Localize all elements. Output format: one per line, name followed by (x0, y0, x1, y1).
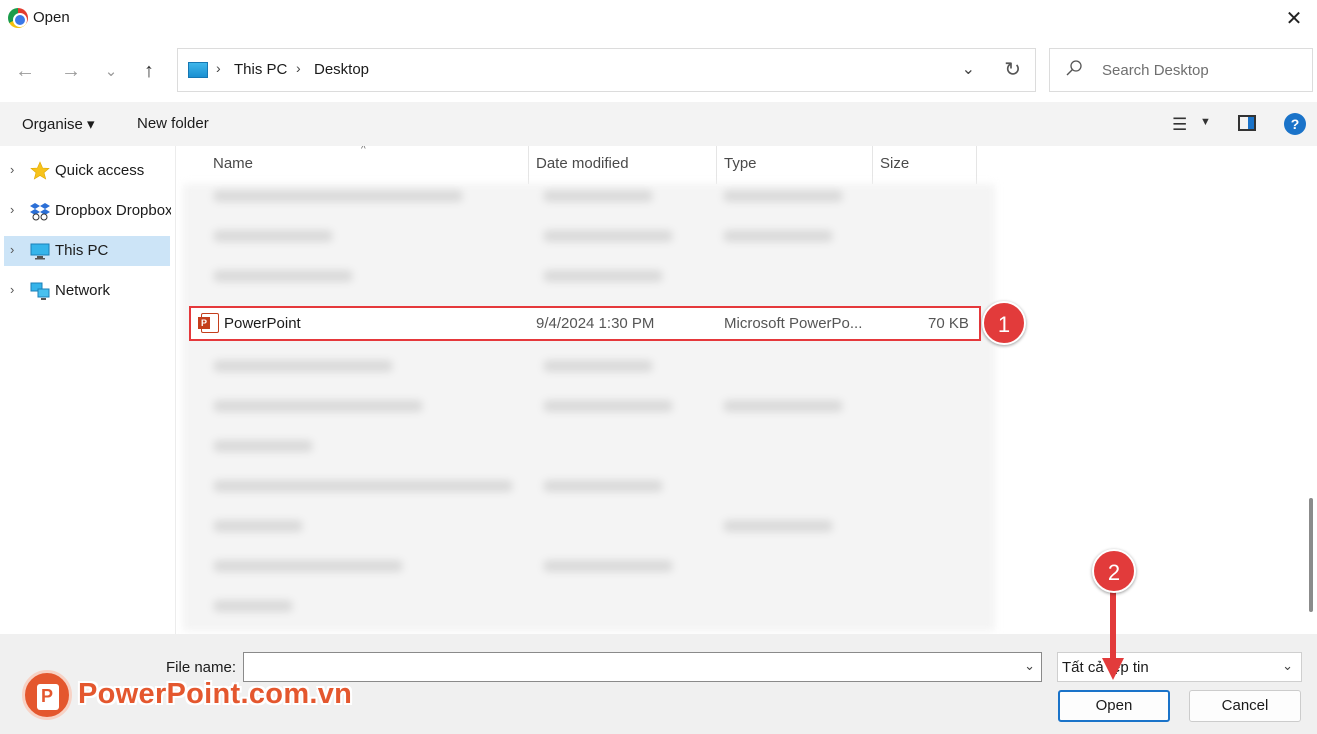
chevron-right-icon[interactable]: › (10, 162, 14, 177)
vertical-scrollbar[interactable] (1305, 146, 1317, 634)
network-icon (30, 282, 50, 300)
command-toolbar: Organise ▾ New folder ☰ ▼ ? (0, 102, 1317, 146)
annotation-arrow-head (1102, 658, 1124, 680)
powerpoint-logo-icon (22, 670, 72, 720)
up-button[interactable]: ↑ (134, 56, 164, 86)
breadcrumb-this-pc[interactable]: This PC (234, 61, 287, 78)
sidebar-item-quick-access[interactable]: › Quick access (4, 156, 170, 186)
address-dropdown-icon[interactable]: ⌄ (962, 59, 975, 79)
step-badge-2: 2 (1092, 549, 1136, 593)
organise-button[interactable]: Organise ▾ (22, 115, 95, 133)
close-button[interactable]: ✕ (1271, 0, 1317, 36)
scrollbar-thumb[interactable] (1309, 498, 1313, 612)
column-label: Type (724, 155, 757, 172)
chevron-right-icon[interactable]: › (10, 242, 14, 257)
dropbox-icon (30, 203, 50, 221)
chevron-down-icon[interactable]: ⌄ (1024, 658, 1035, 674)
sidebar-item-this-pc[interactable]: › This PC (4, 236, 170, 266)
forward-button[interactable]: → (56, 56, 86, 86)
file-size-cell: 70 KB (928, 315, 969, 332)
file-name-label: File name: (166, 659, 237, 676)
window-title: Open (33, 9, 70, 26)
column-label: Date modified (536, 155, 629, 172)
breadcrumb-separator: › (216, 60, 221, 76)
navigation-bar: ← → ⌄ ↑ › This PC › Desktop ⌄ ↻ Search D… (0, 38, 1317, 102)
back-button[interactable]: ← (10, 56, 40, 86)
cancel-button[interactable]: Cancel (1189, 690, 1301, 722)
recent-locations-button[interactable]: ⌄ (96, 56, 126, 86)
file-date-cell: 9/4/2024 1:30 PM (536, 315, 655, 332)
file-name-input[interactable]: ⌄ (243, 652, 1042, 682)
chevron-down-icon[interactable]: ⌄ (1282, 658, 1293, 674)
help-icon[interactable]: ? (1284, 113, 1306, 135)
sidebar-item-dropbox[interactable]: › Dropbox Dropbox (4, 196, 171, 226)
new-folder-button[interactable]: New folder (137, 115, 209, 132)
sidebar-item-label: Network (55, 282, 111, 299)
column-header-date[interactable]: Date modified (528, 146, 716, 184)
chevron-right-icon[interactable]: › (10, 282, 14, 297)
watermark-text: PowerPoint.com.vn (78, 678, 353, 710)
file-name-cell: PowerPoint (224, 315, 301, 332)
step-badge-1: 1 (982, 301, 1026, 345)
navigation-pane: › Quick access › Dropbox Dropbox › This … (0, 146, 176, 634)
sidebar-item-label: Quick access (55, 162, 145, 179)
chevron-right-icon[interactable]: › (10, 202, 14, 217)
search-icon (1066, 60, 1082, 76)
search-box[interactable]: Search Desktop (1049, 48, 1313, 92)
search-placeholder: Search Desktop (1102, 62, 1209, 79)
powerpoint-file-icon (198, 313, 219, 333)
column-header-type[interactable]: Type (716, 146, 872, 184)
address-bar[interactable]: › This PC › Desktop ⌄ ↻ (177, 48, 1036, 92)
column-label: Size (880, 155, 910, 172)
view-list-icon[interactable]: ☰ (1172, 115, 1187, 135)
breadcrumb-desktop[interactable]: Desktop (314, 61, 369, 78)
file-type-cell: Microsoft PowerPo... (724, 315, 863, 332)
refresh-icon[interactable]: ↻ (1004, 57, 1021, 82)
sidebar-item-label: Dropbox Dropbox (55, 202, 171, 219)
this-pc-icon (188, 62, 208, 78)
breadcrumb-separator: › (296, 60, 301, 76)
star-icon (30, 161, 50, 180)
open-button[interactable]: Open (1058, 690, 1170, 722)
annotation-arrow (1110, 592, 1116, 664)
file-list: ^ Name Date modified Type Size PowerPoin… (177, 146, 1305, 634)
computer-icon (30, 243, 50, 260)
table-row-powerpoint[interactable]: PowerPoint 9/4/2024 1:30 PM Microsoft Po… (189, 306, 981, 341)
blurred-file-rows (183, 184, 995, 631)
title-bar: Open ✕ (0, 0, 1317, 38)
column-label: Name (213, 155, 254, 172)
column-header-size[interactable]: Size (872, 146, 976, 184)
view-dropdown-icon[interactable]: ▼ (1200, 116, 1211, 128)
preview-pane-icon[interactable] (1238, 115, 1256, 131)
column-header-name[interactable]: Name (205, 146, 527, 184)
chrome-icon (8, 8, 28, 28)
sidebar-item-network[interactable]: › Network (4, 276, 170, 306)
column-divider[interactable] (976, 146, 977, 184)
file-type-select[interactable]: Tất cả tệp tin ⌄ (1057, 652, 1302, 682)
sidebar-item-label: This PC (55, 242, 109, 259)
